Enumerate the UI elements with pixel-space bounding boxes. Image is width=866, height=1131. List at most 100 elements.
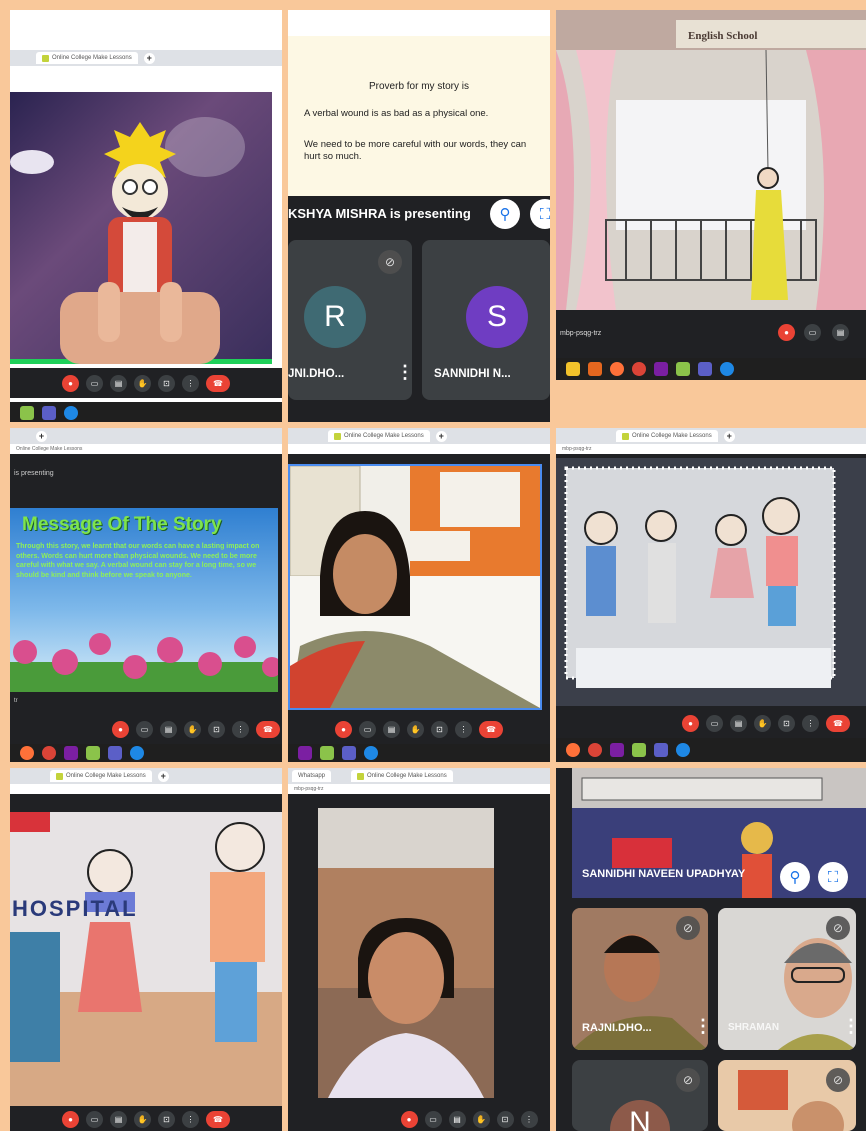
media-icon[interactable]	[588, 362, 602, 376]
onenote-icon[interactable]	[654, 362, 668, 376]
mic-off-icon[interactable]: ●	[62, 374, 79, 392]
camera-icon[interactable]: ▭	[136, 720, 153, 738]
end-call-icon[interactable]: ☎	[256, 720, 280, 738]
chrome-icon[interactable]	[588, 743, 602, 757]
end-call-icon[interactable]: ☎	[826, 714, 850, 732]
participant-tile[interactable]: ⊘ RAJNI.DHO... ⋮	[572, 908, 708, 1050]
participant-tile[interactable]: ⊘ R JNI.DHO... ⋮	[288, 240, 412, 400]
captions-icon[interactable]: ▤	[832, 324, 849, 341]
fullscreen-icon[interactable]: ⛶	[530, 199, 550, 229]
raise-hand-icon[interactable]: ✋	[754, 714, 771, 732]
firefox-icon[interactable]	[610, 362, 624, 376]
app-icon[interactable]	[20, 406, 34, 420]
raise-hand-icon[interactable]: ✋	[472, 1111, 490, 1128]
camera-icon[interactable]: ▭	[804, 324, 821, 341]
browser-tab[interactable]: Whatsapp	[292, 770, 332, 782]
captions-icon[interactable]: ▤	[160, 720, 177, 738]
browser-tab[interactable]: Online College Make Lessons	[50, 770, 152, 782]
browser-tab[interactable]: Online College Make Lessons	[351, 770, 453, 782]
edge-icon[interactable]	[676, 743, 690, 757]
participant-tile[interactable]: ⊘ SHRAMAN ⋮	[718, 908, 856, 1050]
camera-icon[interactable]: ▭	[86, 374, 103, 392]
app-icon[interactable]	[632, 743, 646, 757]
camera-icon[interactable]: ▭	[424, 1111, 442, 1128]
url-bar[interactable]	[288, 444, 550, 454]
end-call-icon[interactable]: ☎	[206, 1111, 230, 1128]
present-icon[interactable]: ⊡	[496, 1111, 514, 1128]
present-icon[interactable]: ⊡	[778, 714, 795, 732]
mic-off-icon[interactable]: ●	[335, 720, 352, 738]
url-bar[interactable]: mbp-psqg-trz	[556, 444, 866, 454]
raise-hand-icon[interactable]: ✋	[134, 374, 151, 392]
mic-off-icon[interactable]: ●	[112, 720, 129, 738]
firefox-icon[interactable]	[20, 746, 34, 760]
fullscreen-icon[interactable]: ⛶	[818, 862, 848, 892]
browser-tab[interactable]: Online College Make Lessons	[36, 52, 138, 64]
raise-hand-icon[interactable]: ✋	[184, 720, 201, 738]
url-bar[interactable]	[10, 66, 282, 76]
edge-icon[interactable]	[720, 362, 734, 376]
raise-hand-icon[interactable]: ✋	[134, 1111, 151, 1128]
camera-icon[interactable]: ▭	[86, 1111, 103, 1128]
more-options-icon[interactable]: ⋮	[182, 1111, 199, 1128]
more-options-icon[interactable]: ⋮	[232, 720, 249, 738]
end-call-icon[interactable]: ☎	[206, 374, 230, 392]
captions-icon[interactable]: ▤	[110, 374, 127, 392]
end-call-icon[interactable]: ☎	[479, 720, 503, 738]
new-tab-icon[interactable]: +	[143, 52, 155, 64]
firefox-icon[interactable]	[566, 743, 580, 757]
present-icon[interactable]: ⊡	[208, 720, 225, 738]
participant-tile[interactable]: S SANNIDHI N...	[422, 240, 550, 400]
camera-icon[interactable]: ▭	[359, 720, 376, 738]
captions-icon[interactable]: ▤	[730, 714, 747, 732]
present-icon[interactable]: ⊡	[158, 374, 175, 392]
onenote-icon[interactable]	[298, 746, 312, 760]
mic-off-icon[interactable]: ●	[62, 1111, 79, 1128]
more-options-icon[interactable]: ⋮	[694, 1016, 708, 1037]
teams-icon[interactable]	[654, 743, 668, 757]
pin-icon[interactable]: ⚲	[780, 862, 810, 892]
app-icon[interactable]	[86, 746, 100, 760]
raise-hand-icon[interactable]: ✋	[407, 720, 424, 738]
new-tab-icon[interactable]: +	[36, 430, 47, 442]
edge-icon[interactable]	[364, 746, 378, 760]
app-icon[interactable]	[676, 362, 690, 376]
chrome-icon[interactable]	[42, 746, 56, 760]
mic-off-icon[interactable]: ●	[778, 324, 795, 341]
more-options-icon[interactable]: ⋮	[842, 1016, 856, 1037]
edge-icon[interactable]	[64, 406, 78, 420]
mic-off-icon[interactable]: ●	[400, 1111, 418, 1128]
onenote-icon[interactable]	[610, 743, 624, 757]
more-options-icon[interactable]: ⋮	[802, 714, 819, 732]
participant-tile[interactable]: ⊘ N	[572, 1060, 708, 1131]
present-icon[interactable]: ⊡	[158, 1111, 175, 1128]
captions-icon[interactable]: ▤	[448, 1111, 466, 1128]
browser-tab[interactable]: Online College Make Lessons	[328, 430, 430, 442]
url-bar[interactable]: mbp-psqg-trz	[288, 784, 550, 794]
captions-icon[interactable]: ▤	[383, 720, 400, 738]
folder-icon[interactable]	[566, 362, 580, 376]
chrome-icon[interactable]	[632, 362, 646, 376]
teams-icon[interactable]	[108, 746, 122, 760]
url-bar[interactable]: Online College Make Lessons	[10, 444, 282, 454]
pin-icon[interactable]: ⚲	[490, 199, 520, 229]
app-icon[interactable]	[320, 746, 334, 760]
browser-tab[interactable]: Online College Make Lessons	[616, 430, 718, 442]
edge-icon[interactable]	[130, 746, 144, 760]
more-options-icon[interactable]: ⋮	[520, 1111, 538, 1128]
captions-icon[interactable]: ▤	[110, 1111, 127, 1128]
new-tab-icon[interactable]: +	[157, 770, 169, 782]
teams-icon[interactable]	[342, 746, 356, 760]
onenote-icon[interactable]	[64, 746, 78, 760]
more-options-icon[interactable]: ⋮	[182, 374, 199, 392]
teams-icon[interactable]	[42, 406, 56, 420]
participant-tile[interactable]: ⊘	[718, 1060, 856, 1131]
mic-off-icon[interactable]: ●	[682, 714, 699, 732]
camera-icon[interactable]: ▭	[706, 714, 723, 732]
url-bar[interactable]	[10, 784, 282, 794]
more-options-icon[interactable]: ⋮	[396, 362, 412, 383]
new-tab-icon[interactable]: +	[435, 430, 447, 442]
present-icon[interactable]: ⊡	[431, 720, 448, 738]
new-tab-icon[interactable]: +	[723, 430, 735, 442]
teams-icon[interactable]	[698, 362, 712, 376]
